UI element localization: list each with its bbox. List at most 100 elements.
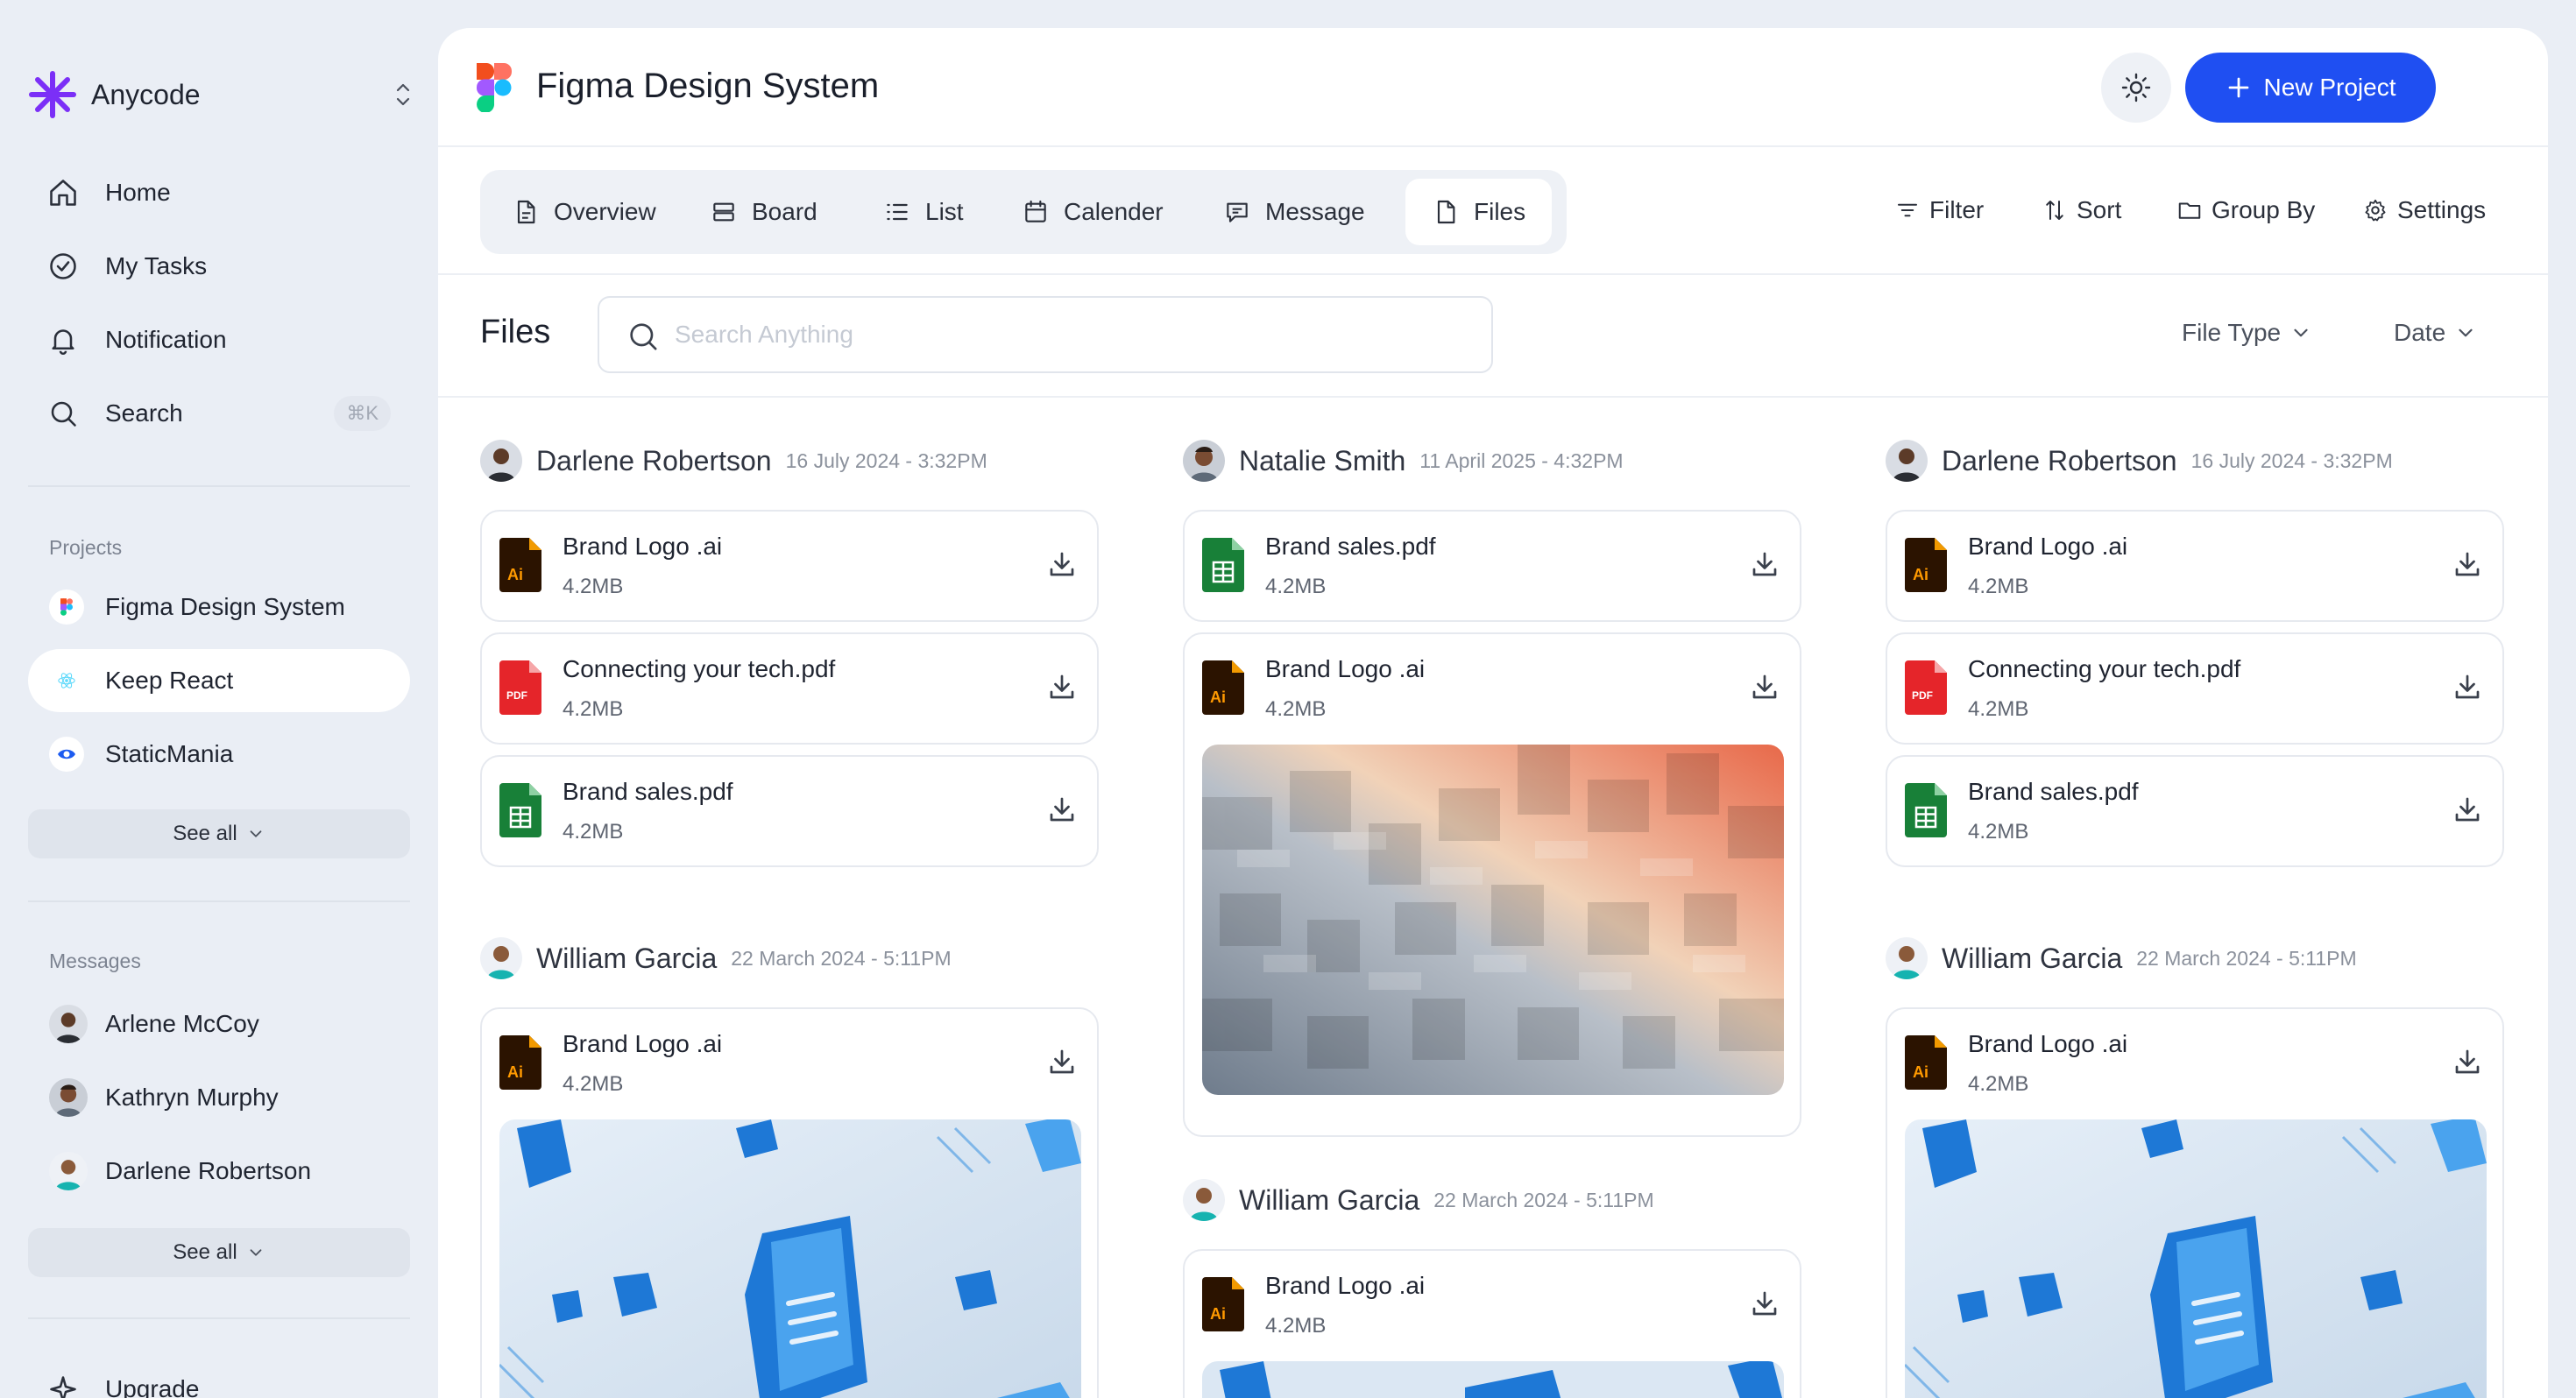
download-icon[interactable] xyxy=(1046,671,1078,703)
upload-date: 16 July 2024 - 3:32PM xyxy=(2190,448,2393,472)
download-icon[interactable] xyxy=(1046,794,1078,825)
nav-search[interactable]: Search ⌘K xyxy=(28,382,410,445)
file-card[interactable]: Brand Logo .ai 4.2MB xyxy=(1183,632,1801,1137)
date-label: Date xyxy=(2394,319,2446,346)
search-input[interactable] xyxy=(675,314,1463,356)
file-group-header: William Garcia 22 March 2024 - 5:11PM xyxy=(1183,1177,1654,1223)
avatar xyxy=(1886,440,1928,482)
messages-section-label: Messages xyxy=(49,950,141,972)
ai-icon xyxy=(1905,1035,1947,1090)
file-preview-image[interactable] xyxy=(1202,1361,1784,1398)
tab-calender[interactable]: Calender xyxy=(1022,179,1164,245)
search-shortcut-badge: ⌘K xyxy=(334,396,391,431)
file-size: 4.2MB xyxy=(1265,1314,1327,1338)
files-search[interactable] xyxy=(598,296,1493,373)
file-preview-image[interactable] xyxy=(1905,1119,2487,1398)
file-name: Brand Logo .ai xyxy=(1968,1030,2128,1057)
new-project-button[interactable]: New Project xyxy=(2185,53,2436,123)
tab-board[interactable]: Board xyxy=(710,179,817,245)
bell-icon xyxy=(52,329,74,355)
message-kathryn-murphy[interactable]: Kathryn Murphy xyxy=(28,1066,410,1129)
download-icon[interactable] xyxy=(1749,671,1780,703)
nav-home-label: Home xyxy=(105,179,171,206)
file-card[interactable]: Connecting your tech.pdf 4.2MB xyxy=(480,632,1099,745)
tab-message[interactable]: Message xyxy=(1223,179,1365,245)
file-size: 4.2MB xyxy=(563,575,624,598)
tab-overview[interactable]: Overview xyxy=(512,179,656,245)
nav-my-tasks[interactable]: My Tasks xyxy=(28,235,410,298)
sort-button[interactable]: Sort xyxy=(2042,193,2121,228)
sidebar-divider xyxy=(28,1317,410,1319)
file-size: 4.2MB xyxy=(1968,820,2029,844)
check-circle-icon xyxy=(50,253,76,279)
tab-label: Board xyxy=(752,198,817,225)
sun-icon xyxy=(2121,73,2151,102)
file-name: Brand Logo .ai xyxy=(563,533,723,560)
filter-button[interactable]: Filter xyxy=(1894,193,1984,228)
file-name: Brand sales.pdf xyxy=(563,778,733,805)
file-preview-image[interactable] xyxy=(1202,745,1784,1095)
project-figma-design-system[interactable]: Figma Design System xyxy=(28,575,410,639)
avatar xyxy=(1886,937,1928,979)
file-card[interactable]: Brand Logo .ai 4.2MB xyxy=(1886,1007,2504,1398)
nav-notification[interactable]: Notification xyxy=(28,308,410,371)
upgrade-label: Upgrade xyxy=(105,1375,200,1398)
gear-icon xyxy=(2365,199,2386,222)
download-icon[interactable] xyxy=(1046,1046,1078,1077)
upload-date: 11 April 2025 - 4:32PM xyxy=(1419,448,1624,472)
file-row: Brand sales.pdf 4.2MB xyxy=(1887,757,2502,865)
figma-logo-icon xyxy=(49,590,84,625)
message-darlene-robertson[interactable]: Darlene Robertson xyxy=(28,1140,410,1203)
tab-list[interactable]: List xyxy=(883,179,964,245)
file-card[interactable]: Brand sales.pdf 4.2MB xyxy=(480,755,1099,867)
tab-files[interactable]: Files xyxy=(1405,179,1553,245)
file-card[interactable]: Connecting your tech.pdf 4.2MB xyxy=(1886,632,2504,745)
file-card[interactable]: Brand sales.pdf 4.2MB xyxy=(1183,510,1801,622)
download-icon[interactable] xyxy=(1046,548,1078,580)
download-icon[interactable] xyxy=(1749,548,1780,580)
new-project-label: New Project xyxy=(2263,74,2396,101)
group-by-button[interactable]: Group By xyxy=(2176,193,2315,228)
file-type-dropdown[interactable]: File Type xyxy=(2182,319,2312,347)
message-icon xyxy=(1227,202,1248,222)
file-card[interactable]: Brand sales.pdf 4.2MB xyxy=(1886,755,2504,867)
theme-toggle-button[interactable] xyxy=(2101,53,2171,123)
sheet-icon xyxy=(499,783,541,837)
main-panel: Figma Design System New Project Overview xyxy=(438,28,2548,1398)
tab-label: Overview xyxy=(554,198,656,225)
date-dropdown[interactable]: Date xyxy=(2394,319,2477,347)
settings-button[interactable]: Settings xyxy=(2362,193,2486,228)
file-row: Brand sales.pdf 4.2MB xyxy=(482,757,1097,865)
workspace-switcher[interactable]: Anycode xyxy=(28,70,414,119)
download-icon[interactable] xyxy=(2452,794,2483,825)
file-card[interactable]: Brand Logo .ai 4.2MB xyxy=(1886,510,2504,622)
projects-see-all-button[interactable]: See all xyxy=(28,809,410,858)
upload-date: 16 July 2024 - 3:32PM xyxy=(785,448,987,472)
file-preview-image[interactable] xyxy=(499,1119,1081,1398)
file-group-header: Natalie Smith 11 April 2025 - 4:32PM xyxy=(1183,438,1624,484)
file-size: 4.2MB xyxy=(1968,1072,2029,1096)
file-row: Connecting your tech.pdf 4.2MB xyxy=(482,634,1097,743)
download-icon[interactable] xyxy=(1749,1288,1780,1319)
upgrade-button[interactable]: Upgrade xyxy=(28,1358,410,1398)
file-name: Connecting your tech.pdf xyxy=(563,655,836,682)
file-row: Brand Logo .ai 4.2MB xyxy=(1887,1009,2502,1119)
file-card[interactable]: Brand Logo .ai 4.2MB xyxy=(1183,1249,1801,1398)
file-card[interactable]: Brand Logo .ai 4.2MB xyxy=(480,1007,1099,1398)
download-icon[interactable] xyxy=(2452,671,2483,703)
file-row: Brand sales.pdf 4.2MB xyxy=(1185,512,1800,620)
messages-see-all-button[interactable]: See all xyxy=(28,1228,410,1277)
file-name: Brand sales.pdf xyxy=(1968,778,2139,805)
nav-home[interactable]: Home xyxy=(28,161,410,224)
project-keep-react[interactable]: Keep React xyxy=(28,649,410,712)
download-icon[interactable] xyxy=(2452,1046,2483,1077)
file-group-header: Darlene Robertson 16 July 2024 - 3:32PM xyxy=(480,438,987,484)
sort-icon xyxy=(2046,201,2063,220)
download-icon[interactable] xyxy=(2452,548,2483,580)
file-name: Brand Logo .ai xyxy=(563,1030,723,1057)
sort-label: Sort xyxy=(2077,196,2122,223)
message-arlene-mccoy[interactable]: Arlene McCoy xyxy=(28,992,410,1056)
chevron-down-icon xyxy=(246,1243,265,1262)
project-staticmania[interactable]: StaticMania xyxy=(28,723,410,786)
file-card[interactable]: Brand Logo .ai 4.2MB xyxy=(480,510,1099,622)
